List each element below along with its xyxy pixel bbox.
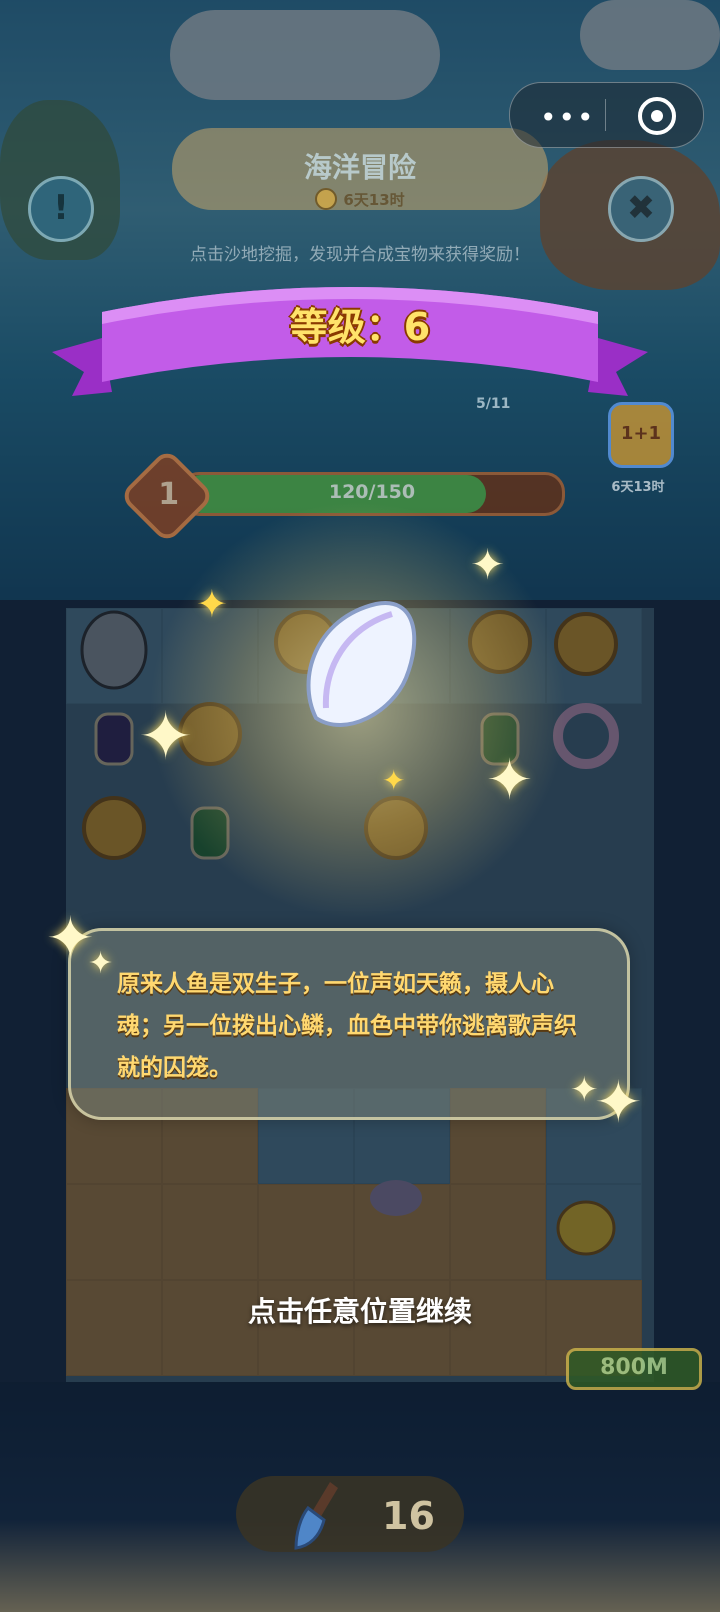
info-button[interactable]: ! <box>28 176 94 242</box>
depth-indicator: 800M <box>566 1348 702 1390</box>
mini-program-capsule: ••• <box>509 82 704 148</box>
sparkle-icon: ✦ <box>470 540 506 589</box>
clock-icon <box>315 188 338 210</box>
close-button[interactable]: ✖ <box>608 176 674 242</box>
event-hint: 点击沙地挖掘，发现并合成宝物来获得奖励！ <box>190 245 530 265</box>
game-scene[interactable]: 海洋冒险 6天13时 点击沙地挖掘，发现并合成宝物来获得奖励！ ! ✖ 5/11… <box>0 0 720 1612</box>
sparkle-icon: ✦ <box>382 764 406 797</box>
exclamation-icon: ! <box>53 188 69 228</box>
more-button[interactable]: ••• <box>540 101 596 134</box>
target-icon[interactable] <box>638 97 676 135</box>
event-title: 海洋冒险 <box>303 151 416 184</box>
sparkle-icon: ✦ <box>486 748 533 813</box>
sparkle-icon: ✦ <box>196 582 228 626</box>
side-event-timer: 6天13时 <box>611 480 665 495</box>
story-text: 原来人鱼是双生子，一位声如天籁，摄人心魂；另一位拨出心鳞，血色中带你逃离歌声织就… <box>117 971 577 1081</box>
close-icon: ✖ <box>626 188 656 228</box>
story-dialog: 原来人鱼是双生子，一位声如天籁，摄人心魂；另一位拨出心鳞，血色中带你逃离歌声织就… <box>68 928 630 1120</box>
sparkle-icon: ✦ <box>594 1068 643 1136</box>
capsule-divider <box>605 99 606 131</box>
shovel-icon <box>294 1482 338 1550</box>
continue-prompt[interactable]: 点击任意位置继续 <box>0 1290 720 1330</box>
level-number: 1 <box>157 476 179 512</box>
level-title: 等级：6 <box>289 305 431 349</box>
shovel-count: 16 <box>382 1494 435 1538</box>
pearl-shell-petal-icon <box>306 601 417 727</box>
event-timer-text: 6天13时 <box>343 190 405 209</box>
event-timer: 6天13时 <box>300 184 420 214</box>
sparkle-icon: ✦ <box>88 946 114 981</box>
sparkle-icon: ✦ <box>138 698 194 775</box>
